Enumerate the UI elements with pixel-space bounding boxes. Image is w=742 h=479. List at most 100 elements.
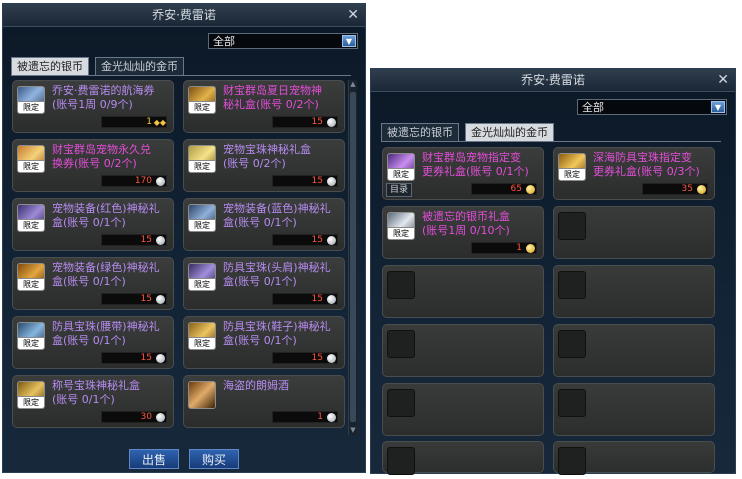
equipment-box-icon: 限定 bbox=[188, 204, 216, 232]
silver-coin-icon bbox=[156, 236, 165, 245]
item-name: 宠物宝珠神秘礼盒 (账号 0/2个) bbox=[223, 143, 311, 170]
silver-coin-icon bbox=[327, 236, 336, 245]
gold-coin-icon bbox=[526, 244, 535, 253]
sell-button[interactable]: 出售 bbox=[129, 449, 179, 469]
price-field: 35 bbox=[642, 183, 708, 195]
item-name: 宠物装备(蓝色)神秘礼 盒(账号 0/1个) bbox=[223, 202, 331, 229]
price-value: 15 bbox=[140, 294, 152, 304]
filter-dropdown[interactable]: 全部 ▼ bbox=[208, 33, 358, 49]
scrollbar[interactable]: ▲ ▼ bbox=[348, 80, 357, 435]
shop-item[interactable]: 限定 防具宝珠(鞋子)神秘礼 盒(账号 0/1个) 15 bbox=[183, 316, 345, 369]
item-name: 深海防具宝珠指定变 更券礼盒(账号 0/3个) bbox=[593, 151, 700, 178]
limited-badge: 限定 bbox=[189, 101, 215, 113]
treasure-box-icon: 限定 bbox=[188, 86, 216, 114]
rum-barrel-icon bbox=[188, 381, 216, 409]
item-name: 宠物装备(红色)神秘礼 盒(账号 0/1个) bbox=[52, 202, 160, 229]
buy-button[interactable]: 购买 bbox=[189, 449, 239, 469]
silver-coin-icon bbox=[327, 354, 336, 363]
tab-golden-coin[interactable]: 金光灿灿的金币 bbox=[465, 123, 554, 141]
equipment-box-icon: 限定 bbox=[17, 204, 45, 232]
scroll-thumb[interactable] bbox=[350, 92, 356, 422]
window-title: 乔安·费雷诺 bbox=[152, 8, 216, 22]
shop-item[interactable]: 限定 深海防具宝珠指定变 更券礼盒(账号 0/3个) 35 bbox=[553, 147, 715, 200]
shop-item[interactable]: 限定 乔安·费雷诺的航海券 (账号1周 0/9个) 1 ◆◆ bbox=[12, 80, 174, 133]
catalog-tag[interactable]: 目录 bbox=[386, 183, 413, 197]
tab-forgotten-silver[interactable]: 被遗忘的银币 bbox=[11, 57, 89, 75]
limited-badge: 限定 bbox=[189, 278, 215, 290]
tab-divider bbox=[381, 141, 721, 142]
item-name: 防具宝珠(鞋子)神秘礼 盒(账号 0/1个) bbox=[223, 320, 331, 347]
filter-selected: 全部 bbox=[582, 101, 604, 114]
filter-dropdown[interactable]: 全部 ▼ bbox=[577, 99, 727, 115]
orb-box-icon: 限定 bbox=[188, 145, 216, 173]
silver-coin-icon bbox=[327, 177, 336, 186]
shop-item[interactable]: 限定 被遗忘的银币礼盒 (账号1周 0/10个) 1 bbox=[382, 206, 544, 259]
empty-slot bbox=[382, 441, 544, 475]
gold-coin-icon bbox=[697, 185, 706, 194]
shop-item[interactable]: 限定 财宝群岛宠物指定变 更券礼盒(账号 0/1个) 目录 65 bbox=[382, 147, 544, 200]
price-field: 1 bbox=[272, 411, 338, 423]
shop-item[interactable]: 限定 防具宝珠(腰带)神秘礼 盒(账号 0/1个) 15 bbox=[12, 316, 174, 369]
price-field: 15 bbox=[272, 234, 338, 246]
window-title: 乔安·费雷诺 bbox=[521, 73, 585, 87]
shop-window-gold: 乔安·费雷诺 ✕ 全部 ▼ 被遗忘的银币 金光灿灿的金币 限定 财宝群岛宠物指定… bbox=[370, 68, 736, 475]
price-field: 15 bbox=[272, 175, 338, 187]
price-value: 15 bbox=[311, 176, 323, 186]
scroll-up-icon[interactable]: ▲ bbox=[349, 80, 357, 89]
armor-orb-box-icon: 限定 bbox=[188, 322, 216, 350]
empty-slot bbox=[382, 383, 544, 436]
item-name: 称号宝珠神秘礼盒 (账号 0/1个) bbox=[52, 379, 140, 406]
price-field: 30 bbox=[101, 411, 167, 423]
empty-slot bbox=[382, 324, 544, 377]
silver-coin-box-icon: 限定 bbox=[387, 212, 415, 240]
window-title-bar[interactable]: 乔安·费雷诺 ✕ bbox=[371, 69, 735, 92]
shop-item[interactable]: 限定 称号宝珠神秘礼盒 (账号 0/1个) 30 bbox=[12, 375, 174, 428]
limited-badge: 限定 bbox=[189, 219, 215, 231]
tab-forgotten-silver[interactable]: 被遗忘的银币 bbox=[381, 123, 459, 141]
item-name: 防具宝珠(腰带)神秘礼 盒(账号 0/1个) bbox=[52, 320, 160, 347]
shop-item[interactable]: 限定 宠物装备(绿色)神秘礼 盒(账号 0/1个) 15 bbox=[12, 257, 174, 310]
price-field: 15 bbox=[101, 293, 167, 305]
empty-icon-slot bbox=[558, 389, 586, 417]
close-icon[interactable]: ✕ bbox=[717, 69, 729, 91]
price-value: 35 bbox=[681, 184, 693, 194]
price-value: 65 bbox=[510, 184, 522, 194]
limited-badge: 限定 bbox=[18, 101, 44, 113]
close-icon[interactable]: ✕ bbox=[347, 4, 359, 26]
scroll-down-icon[interactable]: ▼ bbox=[349, 426, 357, 435]
tab-golden-coin[interactable]: 金光灿灿的金币 bbox=[95, 57, 184, 75]
item-name: 宠物装备(绿色)神秘礼 盒(账号 0/1个) bbox=[52, 261, 160, 288]
tab-label: 被遗忘的银币 bbox=[387, 126, 453, 139]
shop-item[interactable]: 限定 宠物装备(蓝色)神秘礼 盒(账号 0/1个) 15 bbox=[183, 198, 345, 251]
price-value: 30 bbox=[140, 412, 152, 422]
gold-coin-icon bbox=[526, 185, 535, 194]
silver-coin-icon bbox=[327, 295, 336, 304]
silver-coin-icon bbox=[156, 413, 165, 422]
limited-badge: 限定 bbox=[18, 278, 44, 290]
limited-badge: 限定 bbox=[388, 168, 414, 180]
empty-slot bbox=[553, 383, 715, 436]
shop-item[interactable]: 限定 财宝群岛夏日宠物神 秘礼盒(账号 0/2个) 15 bbox=[183, 80, 345, 133]
shop-item[interactable]: 海盗的朗姆酒 1 bbox=[183, 375, 345, 428]
price-value: 1 bbox=[317, 412, 323, 422]
tab-label: 金光灿灿的金币 bbox=[101, 60, 178, 73]
equipment-box-icon: 限定 bbox=[17, 263, 45, 291]
empty-icon-slot bbox=[558, 271, 586, 299]
price-field: 15 bbox=[101, 352, 167, 364]
price-field: 1 bbox=[471, 242, 537, 254]
window-title-bar[interactable]: 乔安·费雷诺 ✕ bbox=[3, 4, 365, 27]
shop-item[interactable]: 限定 财宝群岛宠物永久兑 换券(账号 0/2个) 170 bbox=[12, 139, 174, 192]
price-value: 15 bbox=[311, 235, 323, 245]
chevron-down-icon[interactable]: ▼ bbox=[342, 35, 356, 47]
empty-icon-slot bbox=[387, 447, 415, 475]
limited-badge: 限定 bbox=[18, 219, 44, 231]
gold-coin-pile-icon: ◆◆ bbox=[153, 118, 166, 127]
chevron-down-icon[interactable]: ▼ bbox=[711, 101, 725, 113]
price-value: 1 bbox=[146, 117, 152, 127]
shop-item[interactable]: 限定 防具宝珠(头肩)神秘礼 盒(账号 0/1个) 15 bbox=[183, 257, 345, 310]
limited-badge: 限定 bbox=[18, 337, 44, 349]
empty-slot bbox=[553, 206, 715, 259]
filter-selected: 全部 bbox=[213, 35, 235, 48]
shop-item[interactable]: 限定 宠物宝珠神秘礼盒 (账号 0/2个) 15 bbox=[183, 139, 345, 192]
shop-item[interactable]: 限定 宠物装备(红色)神秘礼 盒(账号 0/1个) 15 bbox=[12, 198, 174, 251]
